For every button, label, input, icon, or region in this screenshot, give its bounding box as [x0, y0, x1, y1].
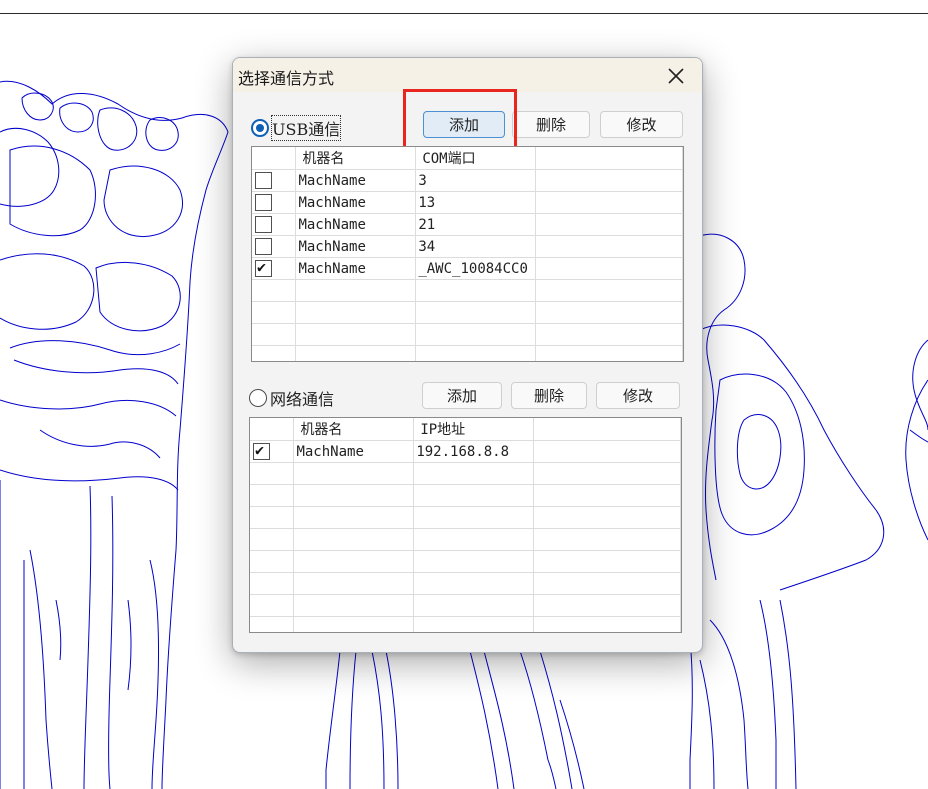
column-header-ip-address[interactable]: IP地址	[413, 418, 535, 441]
row-checkbox[interactable]	[255, 216, 272, 233]
network-radio-indicator[interactable]	[249, 389, 267, 407]
machine-name-cell: MachName	[295, 257, 417, 280]
usb-delete-button[interactable]: 删除	[512, 111, 590, 138]
row-checkbox[interactable]: ✔	[255, 258, 272, 277]
machine-name-cell: MachName	[295, 213, 417, 236]
table-row-empty	[250, 550, 681, 573]
com-port-cell: 34	[415, 235, 537, 258]
column-header-check	[250, 418, 295, 441]
highlight-annotation	[403, 89, 517, 151]
table-row[interactable]: MachName 34	[252, 235, 683, 258]
table-row[interactable]: ✔ MachName _AWC_10084CC0	[252, 257, 683, 280]
usb-radio-indicator[interactable]	[251, 119, 269, 137]
com-port-cell: 21	[415, 213, 537, 236]
machine-name-cell: MachName	[295, 235, 417, 258]
column-header-check	[252, 147, 297, 170]
machine-name-cell: MachName	[295, 191, 417, 214]
network-modify-button[interactable]: 修改	[596, 382, 680, 409]
table-row[interactable]: MachName 13	[252, 191, 683, 214]
dialog-titlebar: 选择通信方式	[233, 58, 702, 92]
check-icon: ✔	[257, 258, 267, 276]
row-checkbox[interactable]	[255, 194, 272, 211]
table-row-empty	[250, 594, 681, 617]
usb-radio[interactable]: USB通信	[251, 115, 342, 141]
table-row-empty	[252, 323, 683, 346]
table-row-empty	[250, 572, 681, 595]
usb-radio-label: USB通信	[270, 115, 342, 141]
network-radio-label: 网络通信	[270, 390, 335, 409]
com-port-cell: 13	[415, 191, 537, 214]
table-row[interactable]: MachName 3	[252, 169, 683, 192]
network-device-table[interactable]: 机器名 IP地址 ✔ MachName 192.168.8.8	[249, 417, 682, 633]
check-icon: ✔	[255, 441, 265, 459]
com-port-cell: _AWC_10084CC0	[415, 257, 537, 280]
table-row-empty	[250, 616, 681, 632]
network-add-button[interactable]: 添加	[422, 382, 502, 409]
select-communication-dialog: 选择通信方式 USB通信 添加 删除 修改 机器名 COM端口 MachName…	[232, 57, 703, 653]
row-checkbox[interactable]: ✔	[253, 441, 270, 460]
com-port-cell: 3	[415, 169, 537, 192]
table-row-empty	[250, 528, 681, 551]
table-row-empty	[250, 462, 681, 485]
table-row-empty	[250, 484, 681, 507]
table-row[interactable]: ✔ MachName 192.168.8.8	[250, 440, 681, 463]
row-checkbox[interactable]	[255, 172, 272, 189]
close-icon[interactable]	[661, 61, 691, 89]
column-header-machine-name[interactable]: 机器名	[295, 147, 417, 170]
table-row-empty	[252, 301, 683, 324]
machine-name-cell: MachName	[295, 169, 417, 192]
column-header-machine-name[interactable]: 机器名	[293, 418, 415, 441]
table-row[interactable]: MachName 21	[252, 213, 683, 236]
network-radio[interactable]: 网络通信	[249, 387, 334, 409]
row-checkbox[interactable]	[255, 238, 272, 255]
table-row-empty	[252, 345, 683, 361]
column-header-com-port[interactable]: COM端口	[415, 147, 537, 170]
ip-address-cell: 192.168.8.8	[413, 440, 535, 463]
usb-modify-button[interactable]: 修改	[600, 111, 683, 138]
table-row-empty	[252, 279, 683, 302]
machine-name-cell: MachName	[293, 440, 415, 463]
table-header-row: 机器名 IP地址	[250, 418, 681, 441]
usb-device-table[interactable]: 机器名 COM端口 MachName 3 MachName 13 MachNam…	[251, 146, 684, 362]
dialog-title: 选择通信方式	[238, 69, 335, 88]
table-row-empty	[250, 506, 681, 529]
table-header-row: 机器名 COM端口	[252, 147, 683, 170]
network-delete-button[interactable]: 删除	[511, 382, 587, 409]
